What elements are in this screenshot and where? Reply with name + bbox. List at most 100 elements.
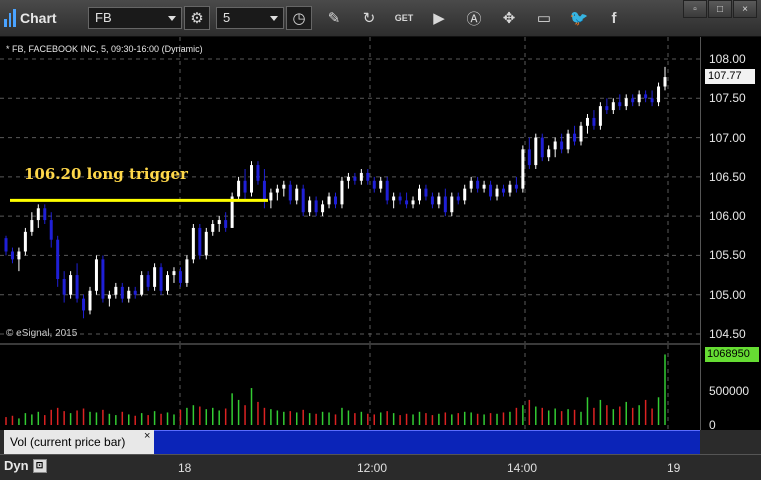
refresh-icon[interactable]: ↻ <box>356 6 382 30</box>
twitter-icon[interactable]: 🐦 <box>566 6 592 30</box>
volume-panel-label[interactable]: Vol (current price bar) <box>4 430 154 454</box>
comment-icon[interactable]: ▭ <box>531 6 557 30</box>
facebook-icon[interactable]: f <box>601 6 627 30</box>
candle-body <box>644 94 648 99</box>
candle-body <box>437 196 441 205</box>
clock-icon[interactable]: ◷ <box>286 6 312 30</box>
candle-body <box>10 251 14 260</box>
price-chart-svg <box>0 37 700 343</box>
candle-body <box>366 172 370 181</box>
candle-body <box>140 275 144 295</box>
candle-body <box>657 86 661 103</box>
candle-body <box>334 196 337 205</box>
gear-icon[interactable]: ⚙ <box>184 6 210 30</box>
candle-body <box>256 165 260 181</box>
candle-body <box>94 259 98 291</box>
price-tick: 106.50 <box>709 170 746 184</box>
candle-body <box>508 184 512 193</box>
time-tick: 19 <box>667 461 681 475</box>
candle-body <box>592 117 596 126</box>
candle-body <box>172 271 176 276</box>
candle-body <box>4 238 8 252</box>
candle-body <box>153 267 157 287</box>
candle-body <box>624 98 628 107</box>
candle-body <box>327 196 331 205</box>
price-tick: 107.50 <box>709 91 746 105</box>
pencil-icon[interactable]: ✎ <box>321 6 347 30</box>
candle-body <box>611 102 615 111</box>
dynamic-toggle[interactable]: Dyn ⊡ <box>4 458 47 473</box>
candle-body <box>204 231 208 256</box>
candle-body <box>62 279 66 295</box>
restore-button[interactable]: ▫ <box>683 0 707 18</box>
candle-body <box>482 184 486 189</box>
symbol-combobox[interactable]: FB <box>88 7 182 29</box>
candle-body <box>579 125 583 142</box>
candle-body <box>224 220 228 228</box>
symbol-value: FB <box>95 10 112 25</box>
volume-panel-tab[interactable] <box>154 430 700 454</box>
candle-body <box>43 208 47 221</box>
price-tick: 107.00 <box>709 131 746 145</box>
time-tick: 18 <box>178 461 192 475</box>
close-button[interactable]: × <box>733 0 757 18</box>
candle-body <box>295 188 299 201</box>
candle-body <box>17 251 21 260</box>
candle-body <box>372 180 376 189</box>
get-icon[interactable]: GET <box>391 6 417 30</box>
candle-body <box>101 259 105 299</box>
maximize-button[interactable]: □ <box>708 0 732 18</box>
time-axis[interactable]: 18 12:00 14:00 19 <box>0 454 761 480</box>
candle-body <box>553 141 557 150</box>
candle-body <box>585 117 589 126</box>
candle-body <box>650 98 654 103</box>
candle-body <box>379 180 383 189</box>
candle-body <box>159 267 163 291</box>
candle-body <box>618 102 622 107</box>
candle-body <box>23 231 27 252</box>
a-icon[interactable]: Ⓐ <box>461 6 487 30</box>
dyn-label: Dyn <box>4 458 29 473</box>
candle-body <box>75 275 79 299</box>
symbol-description: * FB, FACEBOOK INC, 5, 09:30-16:00 (Dyna… <box>6 44 203 54</box>
candle-body <box>49 220 53 240</box>
chart-logo-icon <box>4 9 17 27</box>
candle-body <box>489 184 493 197</box>
candle-body <box>392 196 396 201</box>
price-tick: 105.50 <box>709 248 746 262</box>
candle-body <box>534 137 538 166</box>
candle-body <box>540 137 544 158</box>
volume-panel[interactable] <box>0 345 700 430</box>
candle-body <box>146 275 150 287</box>
chevron-down-icon <box>168 16 176 21</box>
play-icon[interactable]: ▶ <box>426 6 452 30</box>
window-buttons: ▫ □ × <box>683 0 757 18</box>
chart-window: Chart FB ⚙ 5 ◷ ✎ ↻ GET ▶ Ⓐ ✥ ▭ 🐦 f ▫ □ ×… <box>0 0 761 480</box>
candle-body <box>269 192 273 201</box>
price-panel[interactable]: * FB, FACEBOOK INC, 5, 09:30-16:00 (Dyna… <box>0 37 700 343</box>
candle-body <box>353 176 357 181</box>
interval-combobox[interactable]: 5 <box>216 7 284 29</box>
candle-body <box>398 196 402 201</box>
lock-icon[interactable]: ⊡ <box>32 458 47 473</box>
time-tick: 14:00 <box>507 461 538 475</box>
candle-body <box>450 196 454 213</box>
candle-body <box>127 290 131 299</box>
chart-title-text: Chart <box>20 10 57 26</box>
candle-body <box>314 200 318 213</box>
candle-body <box>166 275 170 291</box>
candle-body <box>133 290 137 295</box>
price-axis[interactable]: 108.00 107.50 107.00 106.50 106.00 105.5… <box>700 37 761 432</box>
trigger-annotation: 106.20 long trigger <box>24 165 188 183</box>
volume-chart-svg <box>5 345 669 430</box>
candle-body <box>321 204 325 213</box>
candle-body <box>476 180 480 189</box>
candle-body <box>521 149 525 189</box>
candle-body <box>30 220 34 232</box>
candle-body <box>56 239 60 279</box>
candle-body <box>211 224 215 232</box>
drag-icon[interactable]: ✥ <box>496 6 522 30</box>
copyright-text: © eSignal, 2015 <box>6 328 78 339</box>
candle-body <box>198 227 202 256</box>
candle-body <box>631 98 635 103</box>
